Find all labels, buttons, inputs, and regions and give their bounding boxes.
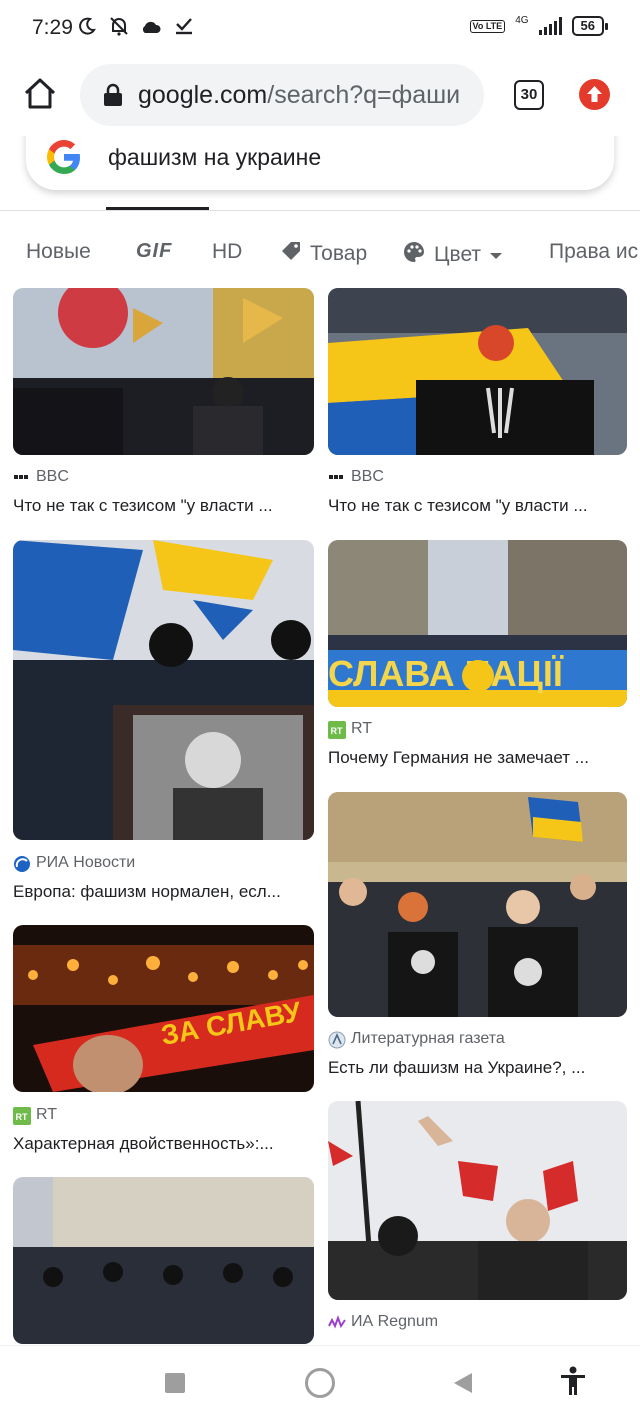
url-text: google.com/search?q=фаши bbox=[138, 81, 460, 110]
chip-rights[interactable]: Права ис bbox=[549, 240, 638, 264]
chip-gif[interactable]: GIF bbox=[136, 240, 172, 263]
status-icons bbox=[78, 16, 194, 36]
result-title[interactable]: Характерная двойственность»:... bbox=[13, 1134, 313, 1154]
search-header: фашизм на украине bbox=[0, 136, 640, 208]
accessibility-icon[interactable] bbox=[558, 1366, 588, 1401]
result-title[interactable]: Что не так с тезисом "у власти ... bbox=[328, 496, 627, 516]
filter-chips: Новые GIF HD Товар Цвет Права ис bbox=[0, 230, 640, 276]
chip-label: Товар bbox=[310, 242, 368, 265]
browser-toolbar: google.com/search?q=фаши 30 bbox=[0, 58, 640, 136]
svg-text:RT: RT bbox=[331, 726, 343, 736]
back-icon[interactable] bbox=[452, 1371, 474, 1400]
moon-icon bbox=[78, 17, 96, 35]
svg-text:RT: RT bbox=[16, 1112, 28, 1122]
url-path: /search?q=фаши bbox=[267, 80, 461, 109]
status-bar: 7:29 Vo LTE 4G 56 bbox=[0, 0, 640, 58]
bbc-logo-icon bbox=[13, 469, 29, 485]
rt-logo-icon: RT bbox=[13, 1107, 31, 1125]
result-image[interactable]: СЛАВА НАЦІЇ bbox=[328, 540, 627, 707]
result-image[interactable] bbox=[13, 288, 314, 455]
cloud-icon bbox=[140, 18, 162, 34]
result-image[interactable]: ЗА СЛАВУ bbox=[13, 925, 314, 1092]
url-domain: google.com bbox=[138, 80, 268, 109]
tag-icon bbox=[280, 240, 302, 268]
result-source: РИА Новости bbox=[13, 854, 135, 872]
home-icon[interactable] bbox=[22, 76, 58, 112]
chip-color[interactable]: Цвет bbox=[402, 240, 503, 270]
recents-icon[interactable] bbox=[165, 1373, 185, 1393]
update-arrow-icon[interactable] bbox=[579, 79, 610, 110]
dropdown-arrow-icon bbox=[489, 243, 503, 267]
result-title[interactable]: Есть ли фашизм на Украине?, ... bbox=[328, 1058, 627, 1078]
source-name: RT bbox=[351, 720, 373, 737]
chip-label: HD bbox=[212, 240, 243, 263]
result-image[interactable] bbox=[13, 540, 314, 840]
banner-text: СЛАВА НАЦІЇ bbox=[328, 653, 564, 694]
tab-switcher-button[interactable]: 30 bbox=[514, 80, 544, 110]
result-image[interactable] bbox=[13, 1177, 314, 1344]
regnum-logo-icon bbox=[328, 1314, 346, 1330]
chip-product[interactable]: Товар bbox=[280, 240, 367, 268]
search-query-text: фашизм на украине bbox=[108, 143, 322, 170]
muted-bell-icon bbox=[108, 16, 128, 36]
battery-icon: 56 bbox=[571, 16, 609, 36]
chip-label: GIF bbox=[136, 240, 173, 262]
result-title[interactable]: Почему Германия не замечает ... bbox=[328, 748, 627, 768]
result-title[interactable]: Что не так с тезисом "у власти ... bbox=[13, 496, 313, 516]
result-source: RT RT bbox=[13, 1106, 58, 1125]
lock-icon bbox=[102, 83, 124, 107]
chip-new[interactable]: Новые bbox=[26, 240, 91, 264]
volte-icon: Vo LTE bbox=[469, 19, 506, 33]
source-name: Литературная газета bbox=[351, 1030, 505, 1047]
result-image[interactable] bbox=[328, 288, 627, 455]
rt-logo-icon: RT bbox=[328, 721, 346, 739]
chip-label: Новые bbox=[26, 240, 91, 263]
divider bbox=[0, 210, 640, 211]
source-name: BBC bbox=[351, 468, 384, 485]
signal-icon bbox=[538, 17, 562, 35]
status-right: Vo LTE 4G 56 bbox=[469, 14, 609, 36]
result-source: BBC bbox=[13, 468, 69, 486]
status-time: 7:29 bbox=[32, 16, 73, 39]
chip-hd[interactable]: HD bbox=[212, 240, 242, 264]
result-source: RT RT bbox=[328, 720, 373, 739]
result-source: Литературная газета bbox=[328, 1030, 505, 1049]
home-button-icon[interactable] bbox=[305, 1368, 335, 1398]
system-nav-bar bbox=[0, 1345, 640, 1398]
lit-gazeta-logo-icon bbox=[328, 1031, 346, 1049]
chip-label: Права ис bbox=[549, 240, 639, 263]
address-bar[interactable]: google.com/search?q=фаши bbox=[80, 64, 484, 126]
result-title[interactable]: Европа: фашизм нормален, есл... bbox=[13, 882, 313, 902]
palette-icon bbox=[402, 240, 426, 270]
chip-label: Цвет bbox=[434, 243, 482, 266]
source-name: RT bbox=[36, 1106, 58, 1123]
source-name: BBC bbox=[36, 468, 69, 485]
network-type: 4G bbox=[515, 14, 529, 26]
result-source: BBC bbox=[328, 468, 384, 486]
result-source: ИА Regnum bbox=[328, 1313, 438, 1331]
bbc-logo-icon bbox=[328, 469, 344, 485]
source-name: РИА Новости bbox=[36, 854, 136, 871]
result-image[interactable] bbox=[328, 1101, 627, 1300]
ria-logo-icon bbox=[13, 855, 30, 872]
download-done-icon bbox=[174, 17, 194, 35]
search-box[interactable]: фашизм на украине bbox=[26, 136, 614, 190]
google-logo-icon bbox=[44, 137, 84, 177]
source-name: ИА Regnum bbox=[351, 1313, 439, 1330]
result-image[interactable] bbox=[328, 792, 627, 1017]
